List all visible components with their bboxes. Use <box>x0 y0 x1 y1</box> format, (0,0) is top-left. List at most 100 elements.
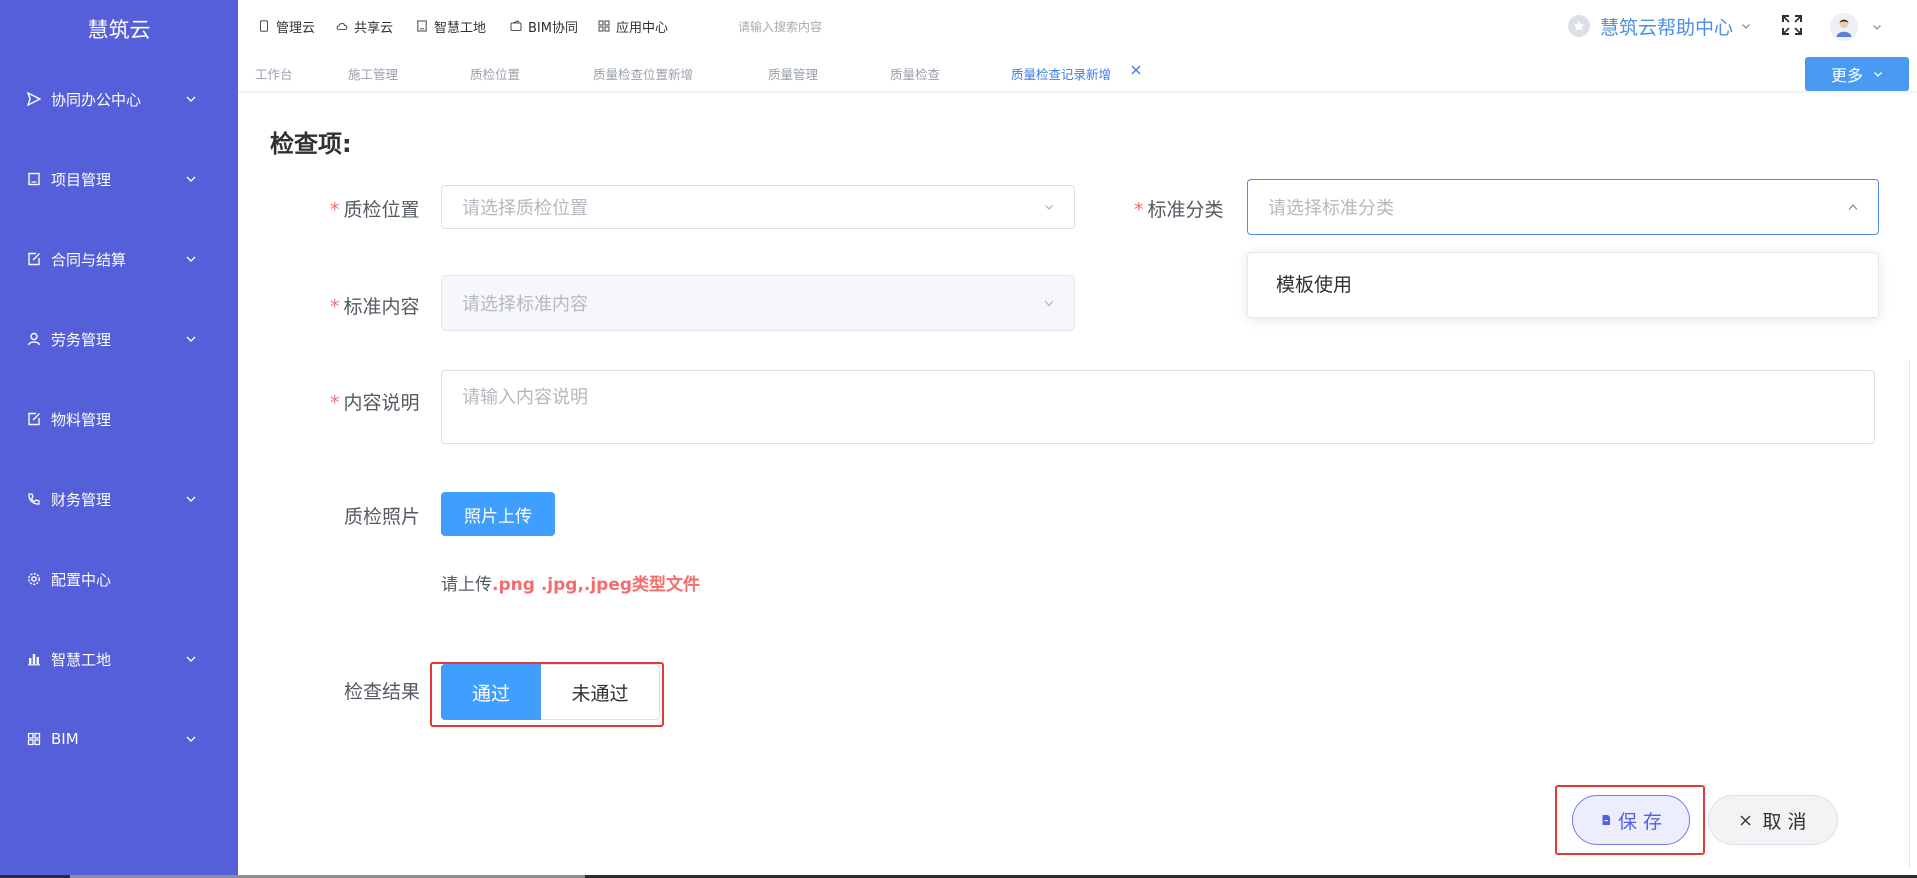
result-fail-option[interactable]: 未通过 <box>541 664 660 720</box>
chevron-down-icon <box>1742 24 1750 29</box>
wallet-icon <box>510 20 522 32</box>
avatar <box>1830 13 1858 41</box>
main-panel: 管理云 共享云 智慧工地 BIM协同 应用中心 慧筑云帮助中心 <box>238 0 1917 878</box>
photo-label: 质检照片 <box>344 506 421 528</box>
tab-quality-inspection[interactable]: 质量检查 <box>890 64 940 83</box>
sidebar-item-bim[interactable]: BIM <box>0 714 238 764</box>
chevron-down-icon <box>186 496 196 502</box>
upload-hint-types: .png .jpg,.jpeg类型文件 <box>492 575 701 595</box>
tab-workbench[interactable]: 工作台 <box>255 64 293 83</box>
result-label: 检查结果 <box>344 681 421 703</box>
edit-doc-icon <box>27 412 41 426</box>
sidebar-item-label: 智慧工地 <box>51 650 112 669</box>
desc-label: * 内容说明 <box>330 392 420 414</box>
search-input[interactable] <box>738 16 958 38</box>
sidebar-item-smart-site[interactable]: 智慧工地 <box>0 634 238 684</box>
more-tabs-button[interactable]: 更多 <box>1805 57 1909 91</box>
tab-inspection-location[interactable]: 质检位置 <box>470 64 520 83</box>
save-label: 保 存 <box>1617 810 1663 833</box>
grid-icon <box>598 20 610 32</box>
desc-textarea[interactable] <box>441 370 1875 444</box>
app-link-label: 智慧工地 <box>434 20 487 36</box>
chevron-down-icon <box>1874 72 1882 77</box>
app-link-bim-collab[interactable]: BIM协同 <box>510 17 578 36</box>
content-select-placeholder: 请选择标准内容 <box>462 294 588 315</box>
sidebar-item-label: 物料管理 <box>51 410 112 429</box>
chevron-down-icon <box>186 96 196 102</box>
sidebar-item-label: 财务管理 <box>51 490 112 509</box>
document-icon <box>1602 815 1610 825</box>
sidebar-item-labor[interactable]: 劳务管理 <box>0 314 238 364</box>
sidebar-item-label: 合同与结算 <box>51 250 127 269</box>
phone-icon <box>27 492 41 506</box>
content-label: * 标准内容 <box>330 296 420 318</box>
app-link-label: BIM协同 <box>528 20 578 36</box>
book-icon <box>27 172 41 186</box>
sidebar-item-label: 配置中心 <box>51 570 112 589</box>
upload-hint: 请上传.png .jpg,.jpeg类型文件 <box>441 575 701 595</box>
edit-doc-icon <box>27 252 41 266</box>
app-link-smart-site[interactable]: 智慧工地 <box>416 17 487 36</box>
user-icon <box>27 332 41 346</box>
app-link-app-center[interactable]: 应用中心 <box>598 17 669 36</box>
mobile-icon <box>259 20 269 32</box>
sidebar-item-contract[interactable]: 合同与结算 <box>0 234 238 284</box>
cancel-label: 取 消 <box>1762 810 1807 833</box>
sidebar-item-office[interactable]: 协同办公中心 <box>0 74 238 124</box>
brand-title: 慧筑云 <box>87 18 151 42</box>
gear-icon <box>27 572 41 586</box>
grid-icon <box>27 732 41 746</box>
chevron-down-icon <box>1045 205 1053 210</box>
chevron-down-icon <box>186 176 196 182</box>
help-center-label: 慧筑云帮助中心 <box>1600 16 1734 39</box>
photo-upload-button[interactable]: 照片上传 <box>441 492 555 536</box>
tab-construction[interactable]: 施工管理 <box>348 64 398 83</box>
section-title: 检查项: <box>270 130 352 158</box>
content-select[interactable]: 请选择标准内容 <box>441 275 1075 331</box>
user-menu[interactable] <box>1830 12 1890 42</box>
sidebar-item-label: 协同办公中心 <box>51 90 142 109</box>
book-icon <box>417 20 427 32</box>
fullscreen-icon[interactable] <box>1780 13 1804 37</box>
sidebar-item-project[interactable]: 项目管理 <box>0 154 238 204</box>
sidebar-item-label: BIM <box>51 730 79 748</box>
location-label: * 质检位置 <box>330 199 420 221</box>
app-link-share-cloud[interactable]: 共享云 <box>336 17 394 36</box>
sidebar-item-material[interactable]: 物料管理 <box>0 394 238 444</box>
chevron-down-icon <box>1873 25 1881 30</box>
sidebar-item-config[interactable]: 配置中心 <box>0 554 238 604</box>
app-link-management-cloud[interactable]: 管理云 <box>258 17 316 36</box>
sidebar: 慧筑云 协同办公中心 项目管理 合同与结算 劳务管理 物料管理 财务管理 配置中… <box>0 0 238 878</box>
help-center-menu[interactable]: 慧筑云帮助中心 <box>1568 12 1751 40</box>
tab-record-add[interactable]: 质量检查记录新增 <box>1011 64 1111 83</box>
sidebar-item-finance[interactable]: 财务管理 <box>0 474 238 524</box>
save-button[interactable]: 保 存 <box>1572 795 1690 845</box>
tab-location-add[interactable]: 质量检查位置新增 <box>593 64 693 83</box>
tabs-bar: 工作台 施工管理 质检位置 质量检查位置新增 质量管理 质量检查 质量检查记录新… <box>238 52 1917 92</box>
top-bar: 管理云 共享云 智慧工地 BIM协同 应用中心 慧筑云帮助中心 <box>238 0 1917 52</box>
cancel-button[interactable]: 取 消 <box>1708 795 1838 845</box>
category-option[interactable]: 模板使用 <box>1248 263 1878 307</box>
sidebar-item-label: 项目管理 <box>51 170 112 189</box>
chevron-down-icon <box>186 656 196 662</box>
result-pass-option[interactable]: 通过 <box>441 664 541 720</box>
tab-quality-management[interactable]: 质量管理 <box>768 64 818 83</box>
app-link-label: 应用中心 <box>616 20 669 36</box>
category-select[interactable]: 请选择标准分类 <box>1247 179 1879 235</box>
category-select-placeholder: 请选择标准分类 <box>1268 198 1394 219</box>
category-dropdown: 模板使用 <box>1247 252 1879 318</box>
location-select[interactable]: 请选择质检位置 <box>441 185 1075 229</box>
app-link-label: 共享云 <box>354 20 394 36</box>
scrollbar[interactable] <box>1909 360 1915 868</box>
chevron-down-icon <box>186 736 196 742</box>
sidebar-item-label: 劳务管理 <box>51 330 112 349</box>
send-icon <box>27 92 41 106</box>
close-icon[interactable] <box>1130 64 1142 76</box>
category-label: * 标准分类 <box>1134 199 1224 221</box>
cloud-icon <box>336 22 348 31</box>
close-icon <box>1740 815 1751 825</box>
location-select-placeholder: 请选择质检位置 <box>462 198 588 219</box>
chevron-down-icon <box>186 336 196 342</box>
chevron-down-icon <box>1044 300 1054 307</box>
app-link-label: 管理云 <box>276 20 316 36</box>
